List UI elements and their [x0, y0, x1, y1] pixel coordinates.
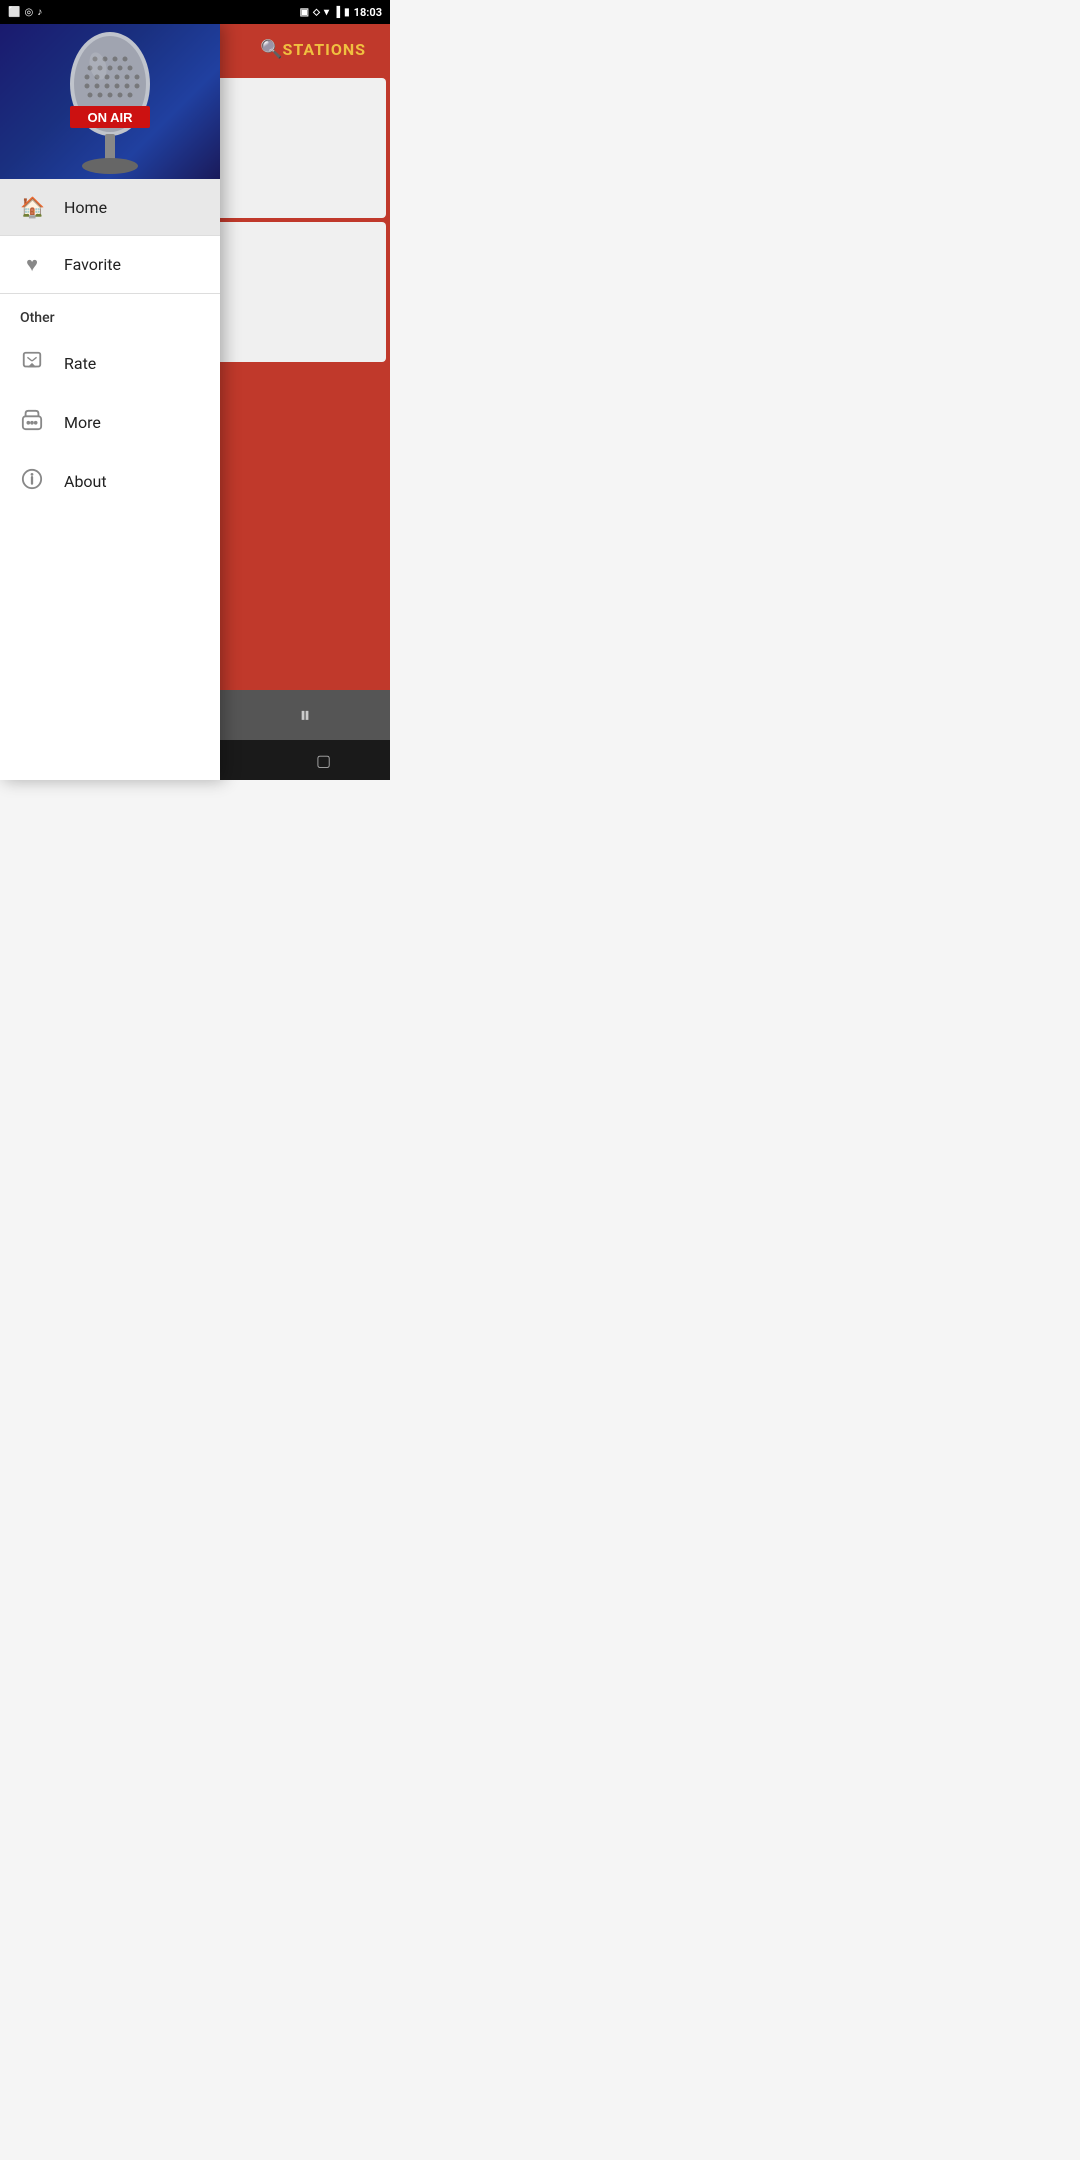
home-label: Home — [64, 198, 107, 217]
more-menu-item[interactable]: More — [0, 393, 220, 452]
navigation-drawer: ON AIR 🏠 Home ♥ Favorite Other — [0, 24, 220, 780]
favorite-menu-item[interactable]: ♥ Favorite — [0, 236, 220, 293]
screen: 🔍 STATIONS — [0, 24, 390, 780]
other-section-label: Other — [0, 294, 220, 334]
rate-label: Rate — [64, 354, 96, 373]
drawer-hero: ON AIR — [0, 24, 220, 179]
music-icon: ♪ — [37, 7, 42, 18]
pause-icon[interactable]: ⏸ — [299, 703, 310, 728]
svg-text:ON AIR: ON AIR — [87, 110, 133, 125]
recent-button[interactable]: ▢ — [316, 751, 331, 770]
home-icon: 🏠 — [20, 195, 44, 219]
search-icon[interactable]: 🔍 — [260, 39, 282, 60]
more-icon — [20, 409, 44, 436]
favorite-icon: ♥ — [20, 252, 44, 277]
stations-label: STATIONS — [283, 40, 367, 59]
about-label: About — [64, 472, 107, 491]
battery-icon: ▮ — [344, 7, 350, 18]
status-bar: ⬜ ◎ ♪ ▣ ⬦ ▾ ▐ ▮ 18:03 — [0, 0, 390, 24]
sync-icon: ⬦ — [313, 7, 320, 18]
wifi-icon: ▾ — [324, 7, 329, 18]
about-menu-item[interactable]: About — [0, 452, 220, 511]
rate-menu-item[interactable]: Rate — [0, 334, 220, 393]
favorite-label: Favorite — [64, 255, 121, 274]
status-bar-right: ▣ ⬦ ▾ ▐ ▮ 18:03 — [300, 6, 382, 19]
home-menu-item[interactable]: 🏠 Home — [0, 179, 220, 235]
player-bar[interactable]: ⏸ — [220, 690, 390, 740]
time-label: 18:03 — [354, 6, 382, 19]
camera-icon: ◎ — [24, 7, 33, 18]
sim-icon: ⬜ — [8, 7, 20, 18]
cast-icon: ▣ — [300, 7, 309, 18]
more-label: More — [64, 413, 101, 432]
rate-icon — [20, 350, 44, 377]
signal-icon: ▐ — [333, 7, 340, 18]
about-icon — [20, 468, 44, 495]
status-bar-left: ⬜ ◎ ♪ — [8, 7, 42, 18]
